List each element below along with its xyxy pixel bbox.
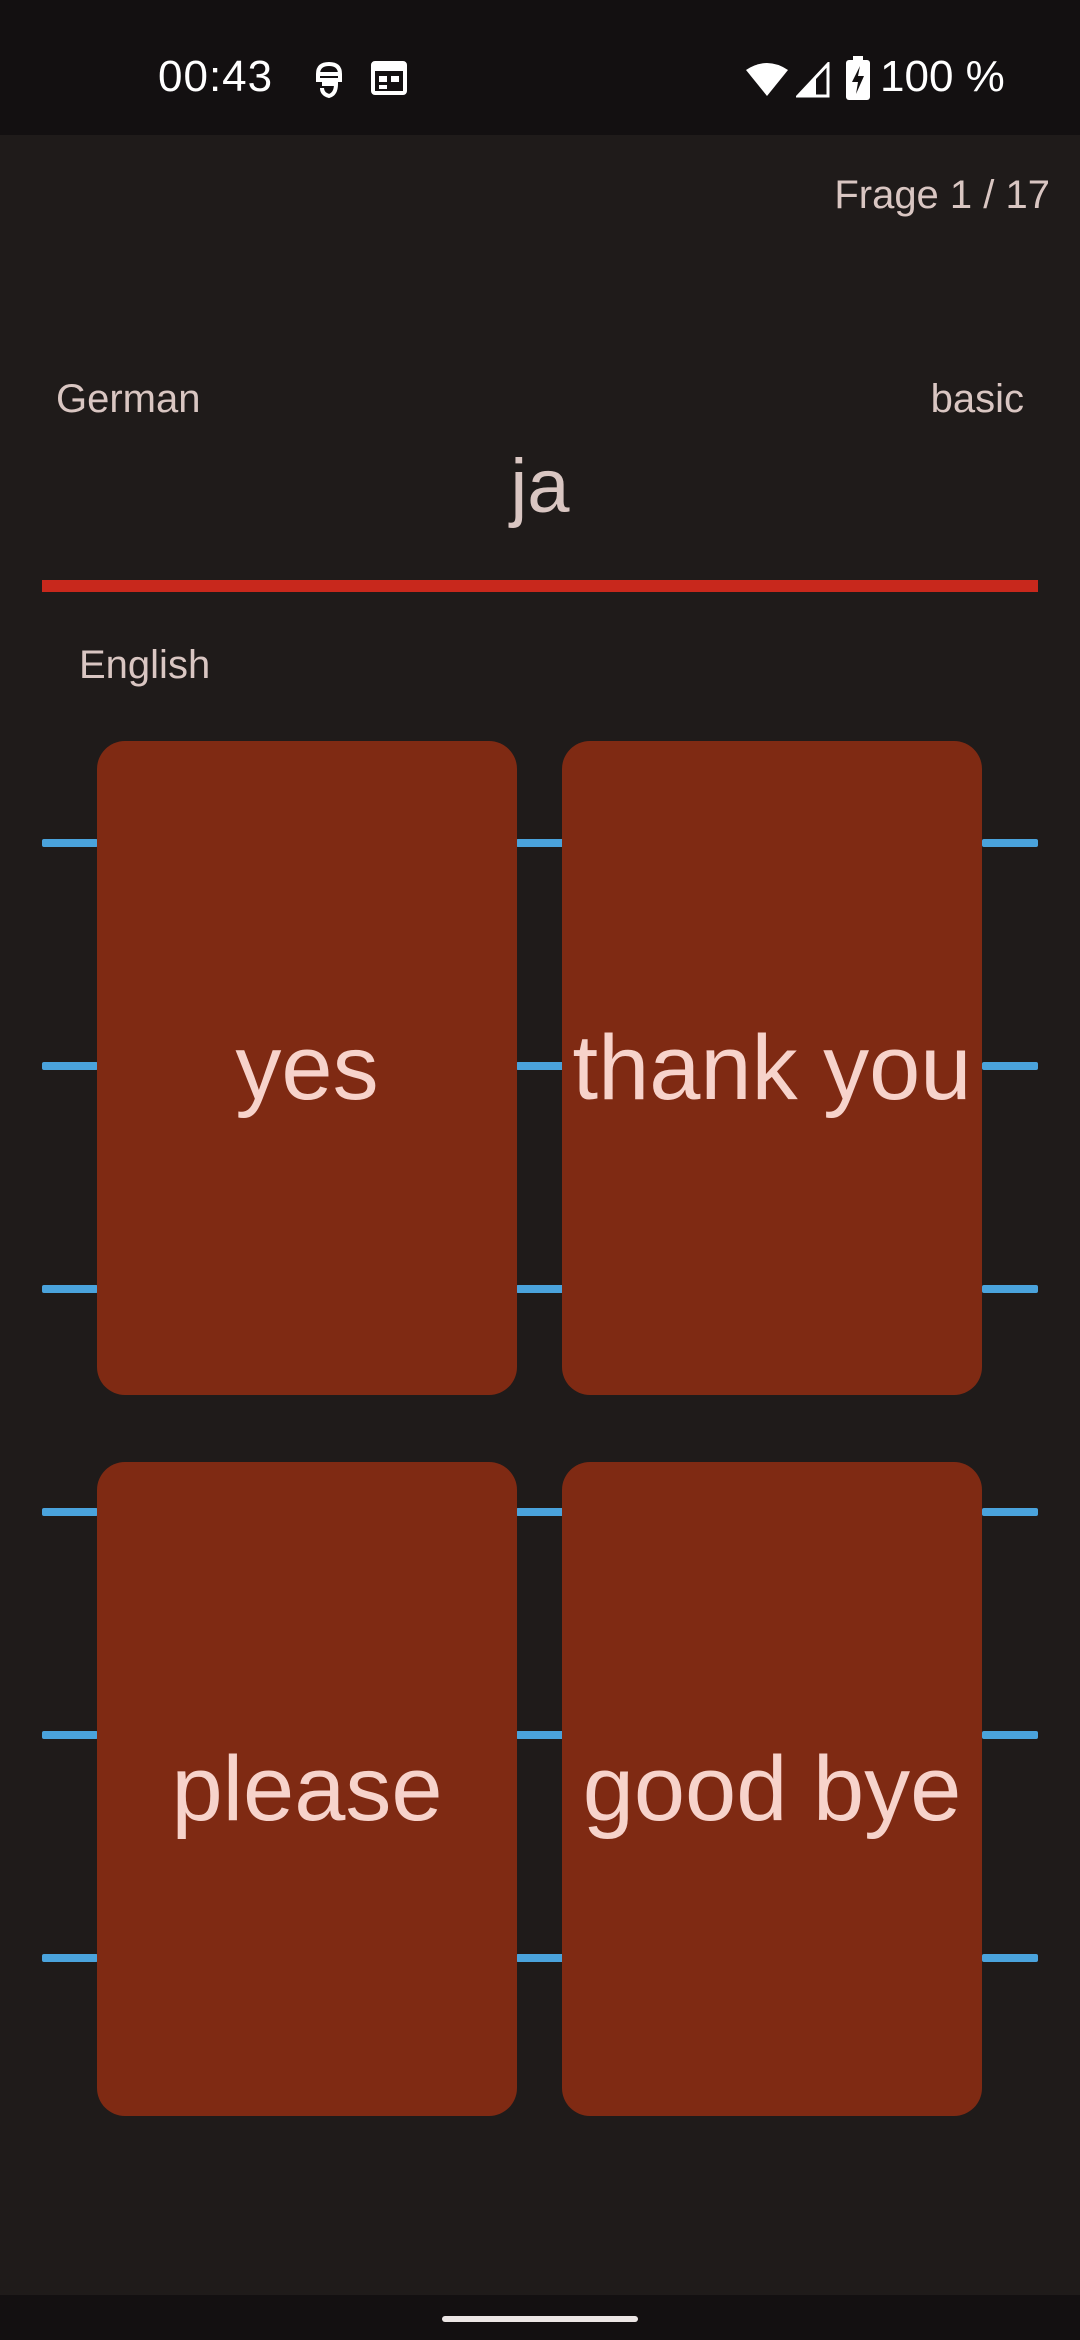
question-counter: Frage 1 / 17 — [834, 173, 1050, 217]
answer-card-yes[interactable]: yes — [97, 741, 517, 1395]
connector-line — [42, 1062, 98, 1070]
connector-line — [982, 1062, 1038, 1070]
question-divider — [42, 580, 1038, 592]
quiz-screen: Frage 1 / 17 German basic ja English yes… — [0, 135, 1080, 2295]
connector-line — [982, 1954, 1038, 1962]
calendar-icon — [370, 60, 408, 101]
level-label: basic — [930, 377, 1024, 421]
battery-percentage: 100 % — [880, 52, 1005, 101]
connector-line — [516, 1508, 564, 1516]
answer-card-thank-you[interactable]: thank you — [562, 741, 982, 1395]
question-word: ja — [510, 444, 570, 529]
connector-line — [516, 839, 564, 847]
wifi-icon — [744, 62, 790, 103]
connector-line — [42, 1285, 98, 1293]
connector-line — [516, 1731, 564, 1739]
answer-card-please[interactable]: please — [97, 1462, 517, 2116]
connector-line — [42, 1508, 98, 1516]
connector-line — [42, 1954, 98, 1962]
connector-line — [516, 1954, 564, 1962]
battery-charging-icon — [846, 56, 870, 105]
connector-line — [42, 1731, 98, 1739]
connector-line — [982, 839, 1038, 847]
connector-line — [982, 1508, 1038, 1516]
connector-line — [982, 1731, 1038, 1739]
source-language-label: German — [56, 377, 201, 421]
connector-line — [982, 1285, 1038, 1293]
target-language-label: English — [79, 643, 211, 687]
status-time: 00:43 — [158, 52, 274, 101]
home-gesture-handle[interactable] — [442, 2316, 638, 2322]
navigation-bar — [0, 2295, 1080, 2340]
connector-line — [42, 839, 98, 847]
connector-line — [516, 1062, 564, 1070]
cell-signal-icon — [794, 60, 830, 103]
connector-line — [516, 1285, 564, 1293]
status-bar: 00:43 100 % — [0, 0, 1080, 135]
answer-card-good-bye[interactable]: good bye — [562, 1462, 982, 2116]
app-notification-icon — [312, 60, 346, 105]
